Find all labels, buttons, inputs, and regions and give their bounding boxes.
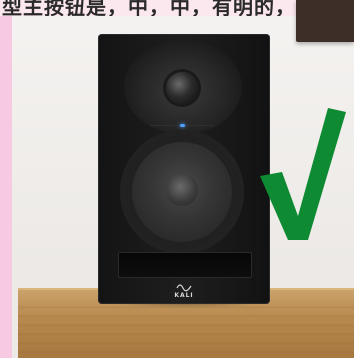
wall-picture-frame: [296, 0, 354, 42]
power-led-indicator: [180, 124, 185, 127]
shelf-wood-grain: [18, 300, 354, 358]
partial-caption-text: 型主按钮是，中，中，有明的，有明: [2, 0, 338, 16]
brand-logo-text: KALI: [174, 292, 194, 299]
tweeter-driver: [166, 72, 198, 104]
bass-port: [118, 252, 252, 278]
check-mark-icon: [260, 108, 346, 240]
brand-wave-icon: [176, 284, 192, 292]
woofer-dust-cap: [166, 174, 198, 206]
